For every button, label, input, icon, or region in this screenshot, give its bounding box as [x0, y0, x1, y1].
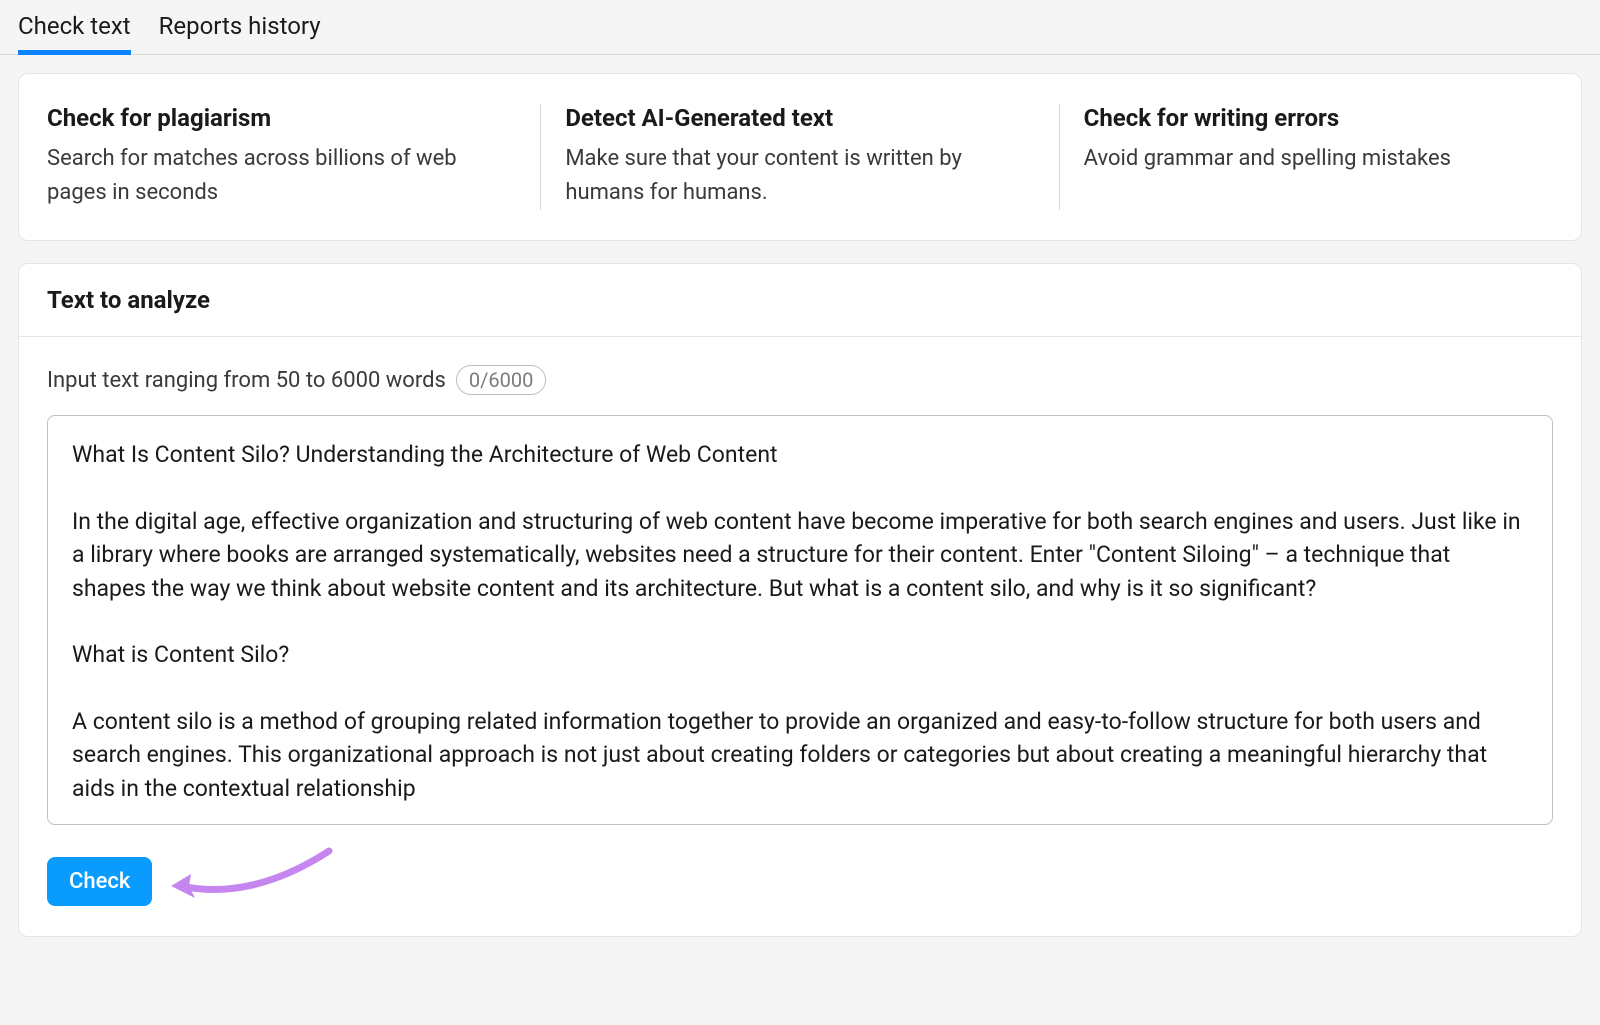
- feature-desc: Avoid grammar and spelling mistakes: [1084, 142, 1553, 176]
- analyze-title: Text to analyze: [47, 286, 1553, 314]
- main-content: Check for plagiarism Search for matches …: [0, 55, 1600, 955]
- text-input[interactable]: [47, 415, 1553, 825]
- tab-reports-history[interactable]: Reports history: [159, 12, 321, 54]
- tab-check-text[interactable]: Check text: [18, 12, 131, 54]
- tabs-bar: Check text Reports history: [0, 0, 1600, 55]
- feature-writing-errors: Check for writing errors Avoid grammar a…: [1060, 104, 1553, 210]
- check-button[interactable]: Check: [47, 857, 152, 906]
- feature-title: Check for plagiarism: [47, 104, 516, 132]
- feature-title: Check for writing errors: [1084, 104, 1553, 132]
- feature-title: Detect AI-Generated text: [565, 104, 1034, 132]
- input-label-row: Input text ranging from 50 to 6000 words…: [47, 365, 1553, 395]
- analyze-card: Text to analyze Input text ranging from …: [18, 263, 1582, 937]
- word-count-badge: 0/6000: [456, 365, 546, 395]
- feature-ai-detect: Detect AI-Generated text Make sure that …: [541, 104, 1059, 210]
- analyze-body: Input text ranging from 50 to 6000 words…: [19, 337, 1581, 936]
- feature-card: Check for plagiarism Search for matches …: [18, 73, 1582, 241]
- input-range-label: Input text ranging from 50 to 6000 words: [47, 368, 446, 393]
- analyze-header: Text to analyze: [19, 264, 1581, 337]
- annotation-arrow-icon: [169, 846, 339, 916]
- feature-desc: Search for matches across billions of we…: [47, 142, 516, 210]
- feature-desc: Make sure that your content is written b…: [565, 142, 1034, 210]
- feature-plagiarism: Check for plagiarism Search for matches …: [47, 104, 541, 210]
